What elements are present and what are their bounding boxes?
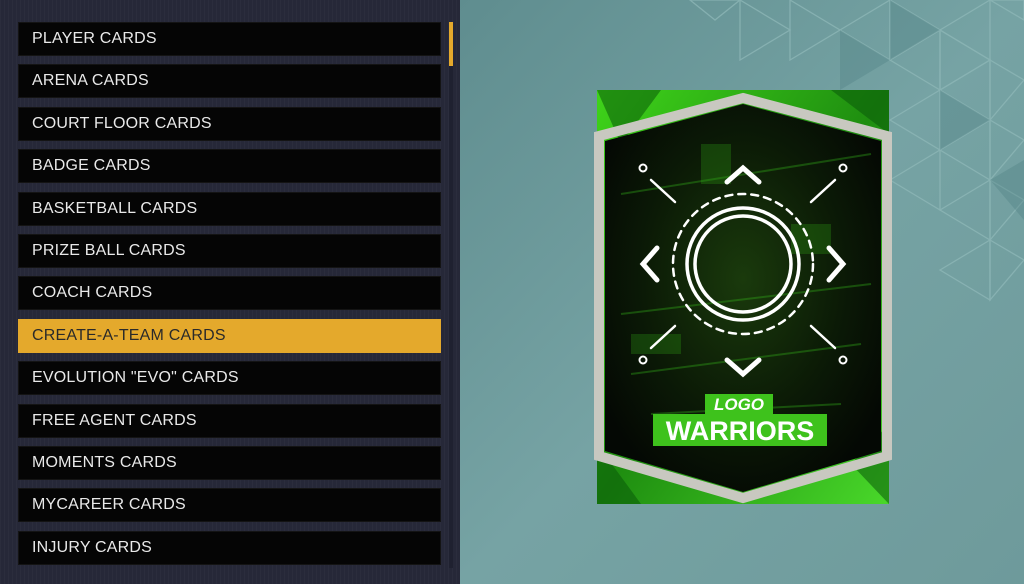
menu-item-label: COACH CARDS xyxy=(32,284,153,302)
menu-item-prize-ball-cards[interactable]: PRIZE BALL CARDS xyxy=(18,233,441,268)
menu-item-evolution-evo-cards[interactable]: EVOLUTION "EVO" CARDS xyxy=(18,361,441,396)
card-preview-area: LOGO WARRIORS xyxy=(460,0,1024,584)
menu-item-court-floor-cards[interactable]: COURT FLOOR CARDS xyxy=(18,106,441,141)
menu-item-label: PRIZE BALL CARDS xyxy=(32,241,186,259)
menu-item-arena-cards[interactable]: ARENA CARDS xyxy=(18,64,441,99)
menu-item-label: BADGE CARDS xyxy=(32,157,151,175)
card-category-menu: PLAYER CARDS ARENA CARDS COURT FLOOR CAR… xyxy=(0,0,460,584)
menu-item-badge-cards[interactable]: BADGE CARDS xyxy=(18,149,441,184)
menu-item-moments-cards[interactable]: MOMENTS CARDS xyxy=(18,445,441,480)
menu-item-label: INJURY CARDS xyxy=(32,538,153,556)
menu-item-basketball-cards[interactable]: BASKETBALL CARDS xyxy=(18,191,441,226)
team-name: WARRIORS xyxy=(666,416,815,446)
menu-item-label: ARENA CARDS xyxy=(32,72,149,90)
create-a-team-card[interactable]: LOGO WARRIORS xyxy=(591,84,897,508)
menu-item-label: CREATE-A-TEAM CARDS xyxy=(32,326,226,344)
menu-item-label: BASKETBALL CARDS xyxy=(32,199,198,217)
menu-item-label: MYCAREER CARDS xyxy=(32,496,186,514)
menu-list: PLAYER CARDS ARENA CARDS COURT FLOOR CAR… xyxy=(18,22,441,573)
logo-label: LOGO xyxy=(714,395,764,414)
menu-item-mycareer-cards[interactable]: MYCAREER CARDS xyxy=(18,488,441,523)
menu-item-label: PLAYER CARDS xyxy=(32,30,157,47)
menu-scrollbar[interactable] xyxy=(449,22,453,568)
menu-item-player-cards[interactable]: PLAYER CARDS xyxy=(18,22,441,56)
menu-item-create-a-team-cards[interactable]: CREATE-A-TEAM CARDS xyxy=(18,318,441,353)
menu-item-label: MOMENTS CARDS xyxy=(32,453,177,471)
menu-item-label: COURT FLOOR CARDS xyxy=(32,114,212,132)
menu-item-coach-cards[interactable]: COACH CARDS xyxy=(18,276,441,311)
menu-item-injury-cards[interactable]: INJURY CARDS xyxy=(18,530,441,565)
menu-scrollbar-thumb[interactable] xyxy=(449,22,453,66)
menu-item-label: EVOLUTION "EVO" CARDS xyxy=(32,369,239,387)
menu-item-label: FREE AGENT CARDS xyxy=(32,411,197,429)
menu-item-free-agent-cards[interactable]: FREE AGENT CARDS xyxy=(18,403,441,438)
